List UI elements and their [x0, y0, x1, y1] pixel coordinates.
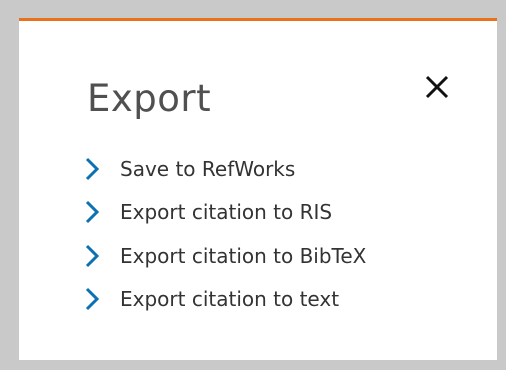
export-option-label: Export citation to RIS	[120, 200, 333, 225]
export-option-text[interactable]: Export citation to text	[85, 278, 366, 322]
export-option-label: Export citation to text	[120, 287, 340, 312]
chevron-right-icon	[85, 157, 99, 181]
export-option-bibtex[interactable]: Export citation to BibTeX	[85, 234, 366, 278]
export-dialog: Export Save to RefWorks Export citation …	[19, 18, 497, 360]
dialog-title: Export	[87, 77, 212, 120]
chevron-right-icon	[85, 200, 99, 224]
close-button[interactable]	[421, 71, 453, 103]
chevron-right-icon	[85, 244, 99, 268]
export-options-list: Save to RefWorks Export citation to RIS …	[85, 147, 366, 321]
export-option-label: Export citation to BibTeX	[120, 243, 367, 268]
close-icon	[421, 71, 453, 103]
modal-backdrop: Export Save to RefWorks Export citation …	[0, 0, 506, 370]
export-option-refworks[interactable]: Save to RefWorks	[85, 147, 366, 191]
export-option-ris[interactable]: Export citation to RIS	[85, 191, 366, 235]
export-option-label: Save to RefWorks	[120, 156, 296, 181]
chevron-right-icon	[85, 287, 99, 311]
